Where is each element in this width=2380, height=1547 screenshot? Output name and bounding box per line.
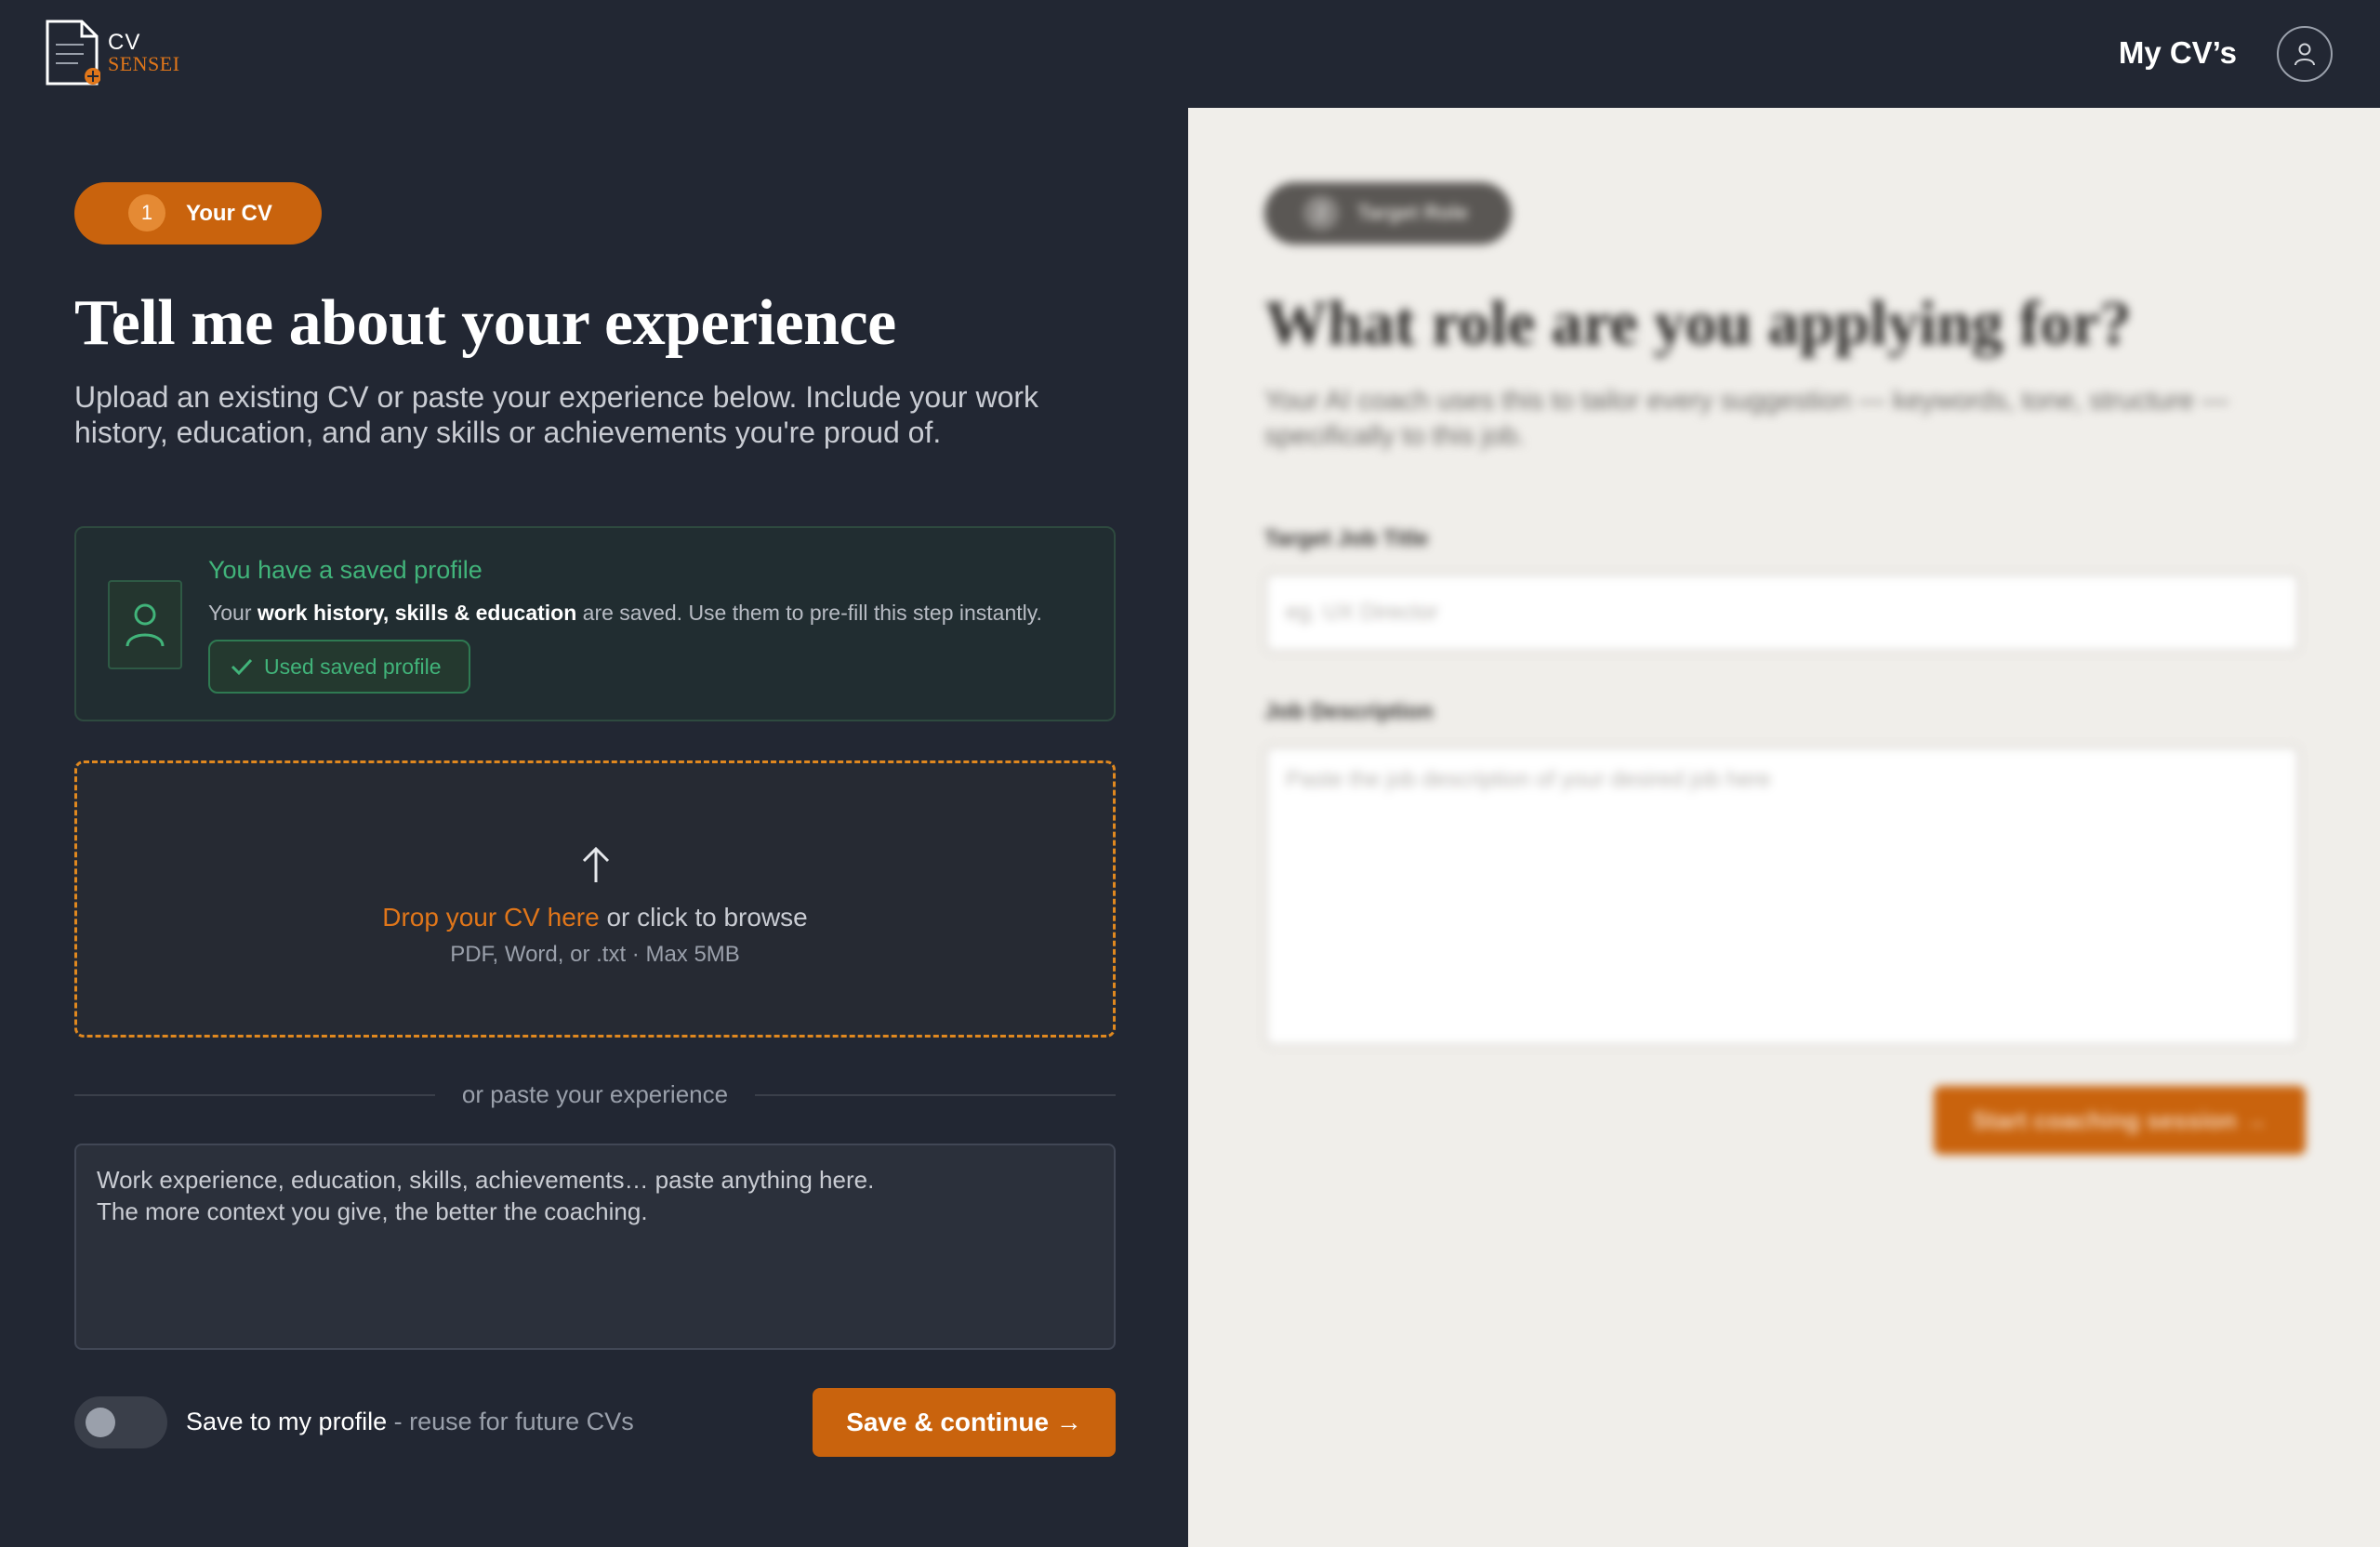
used-saved-profile-label: Used saved profile [264, 654, 442, 679]
account-button[interactable] [2277, 26, 2333, 82]
step-label: Target Role [1357, 201, 1469, 224]
user-icon [126, 603, 165, 647]
job-title-label: Target Job Title [1264, 526, 1429, 551]
or-divider: or paste your experience [74, 1077, 1116, 1114]
desc-bold: work history, skills & education [257, 601, 577, 625]
save-to-profile-toggle[interactable] [74, 1396, 167, 1448]
page-title: Tell me about your experience [74, 287, 896, 359]
step-target-role-panel: 2 Target Role What role are you applying… [1188, 108, 2380, 1547]
saved-profile-description: Your work history, skills & education ar… [208, 601, 1042, 626]
target-role-subtitle: Your AI coach uses this to tailor every … [1264, 386, 2228, 451]
step-indicator-target-role: 2 Target Role [1264, 182, 1512, 245]
dropzone-rest: or click to browse [599, 903, 808, 932]
step-number: 1 [128, 194, 165, 231]
save-continue-button[interactable]: Save & continue → [813, 1388, 1116, 1457]
save-to-profile-label: Save to my profile - reuse for future CV… [186, 1408, 634, 1436]
user-icon [2294, 43, 2315, 66]
step-number: 2 [1303, 195, 1339, 231]
check-icon [231, 658, 253, 676]
upload-arrow-icon [582, 846, 610, 882]
step-your-cv-panel: 1 Your CV Tell me about your experience … [0, 108, 1188, 1547]
start-coaching-button[interactable]: Start coaching session → [1934, 1086, 2306, 1155]
desc-suffix: are saved. Use them to pre-fill this ste… [576, 601, 1042, 625]
toggle-knob [86, 1408, 115, 1437]
dropzone-instruction: Drop your CV here or click to browse [77, 903, 1113, 932]
toggle-label-muted: - reuse for future CVs [387, 1408, 634, 1435]
saved-profile-avatar [108, 580, 182, 669]
divider-text: or paste your experience [461, 1080, 729, 1108]
app-header: CV SENSEI My CV’s [0, 0, 2380, 108]
job-description-label: Job Description [1264, 699, 1434, 724]
step-indicator-your-cv: 1 Your CV [74, 182, 322, 245]
experience-textarea[interactable]: Work experience, education, skills, achi… [74, 1144, 1116, 1350]
dropzone-highlight: Drop your CV here [382, 903, 600, 932]
cv-dropzone[interactable]: Drop your CV here or click to browse PDF… [74, 760, 1116, 1038]
document-logo-icon [46, 20, 100, 86]
cv-sensei-logo[interactable]: CV SENSEI [45, 19, 193, 89]
my-cvs-link[interactable]: My CV’s [2119, 35, 2237, 71]
job-title-input[interactable]: eg. UX Director [1264, 573, 2300, 653]
used-saved-profile-button[interactable]: Used saved profile [208, 640, 470, 694]
saved-profile-card: You have a saved profile Your work histo… [74, 526, 1116, 721]
step-label: Your CV [186, 201, 272, 226]
saved-profile-title: You have a saved profile [208, 556, 483, 584]
blur-overlay: 2 Target Role What role are you applying… [1188, 108, 2380, 1547]
page-subtitle: Upload an existing CV or paste your expe… [74, 380, 1039, 449]
dropzone-formats: PDF, Word, or .txt · Max 5MB [450, 942, 740, 967]
toggle-label-main: Save to my profile [186, 1408, 388, 1435]
logo-text-sensei: SENSEI [108, 52, 180, 75]
desc-prefix: Your [208, 601, 258, 625]
target-role-title: What role are you applying for? [1264, 287, 2132, 358]
job-description-textarea[interactable]: Paste the job description of your desire… [1264, 746, 2300, 1047]
